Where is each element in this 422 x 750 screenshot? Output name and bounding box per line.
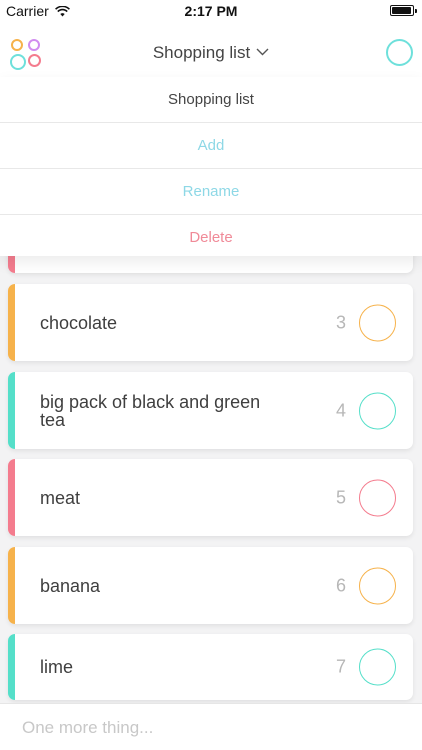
item-color-stripe [8, 459, 15, 536]
dropdown-item-add[interactable]: Add [0, 123, 422, 169]
battery-fill [392, 7, 411, 14]
profile-circle-icon[interactable] [386, 39, 413, 66]
item-quantity: 7 [335, 656, 346, 677]
nav-bar: Shopping list [0, 22, 422, 77]
item-color-stripe [8, 547, 15, 624]
item-color-stripe [8, 284, 15, 361]
list-item[interactable]: lime 7 [8, 634, 413, 700]
dropdown-item-delete[interactable]: Delete [0, 215, 422, 260]
list-item[interactable]: meat 5 [8, 459, 413, 536]
list-item[interactable]: chocolate 3 [8, 284, 413, 361]
item-name: meat [40, 487, 81, 508]
item-quantity: 3 [335, 312, 346, 332]
list-item[interactable]: banana 6 [8, 547, 413, 624]
page-title: Shopping list [152, 43, 251, 62]
item-check-circle-icon[interactable] [359, 479, 396, 516]
item-quantity: 5 [335, 487, 346, 507]
item-quantity: 6 [335, 575, 346, 595]
item-color-stripe [8, 634, 15, 700]
item-name: lime [40, 657, 74, 677]
item-check-circle-icon[interactable] [359, 392, 396, 429]
item-check-circle-icon[interactable] [359, 304, 396, 341]
add-item-input[interactable] [20, 714, 404, 742]
add-item-bar [0, 703, 422, 750]
item-name: chocolate [40, 312, 118, 333]
list-selector[interactable]: Shopping list [0, 41, 422, 63]
dropdown-item-shopping-list[interactable]: Shopping list [0, 77, 422, 123]
list-item[interactable]: big pack of black and green tea 4 [8, 372, 413, 449]
battery-icon [390, 5, 417, 16]
status-time: 2:17 PM [184, 3, 238, 19]
item-name: big pack of black and green tea [40, 391, 261, 430]
item-color-stripe [8, 372, 15, 449]
list-dropdown-menu: Shopping list Add Rename Delete [0, 77, 422, 256]
dropdown-item-rename[interactable]: Rename [0, 169, 422, 215]
item-quantity: 4 [335, 400, 346, 420]
item-name: banana [40, 575, 101, 596]
status-bar: Carrier 2:17 PM [0, 0, 422, 22]
item-check-circle-icon[interactable] [359, 567, 396, 604]
chevron-down-icon [256, 41, 269, 61]
item-check-circle-icon[interactable] [359, 648, 396, 686]
